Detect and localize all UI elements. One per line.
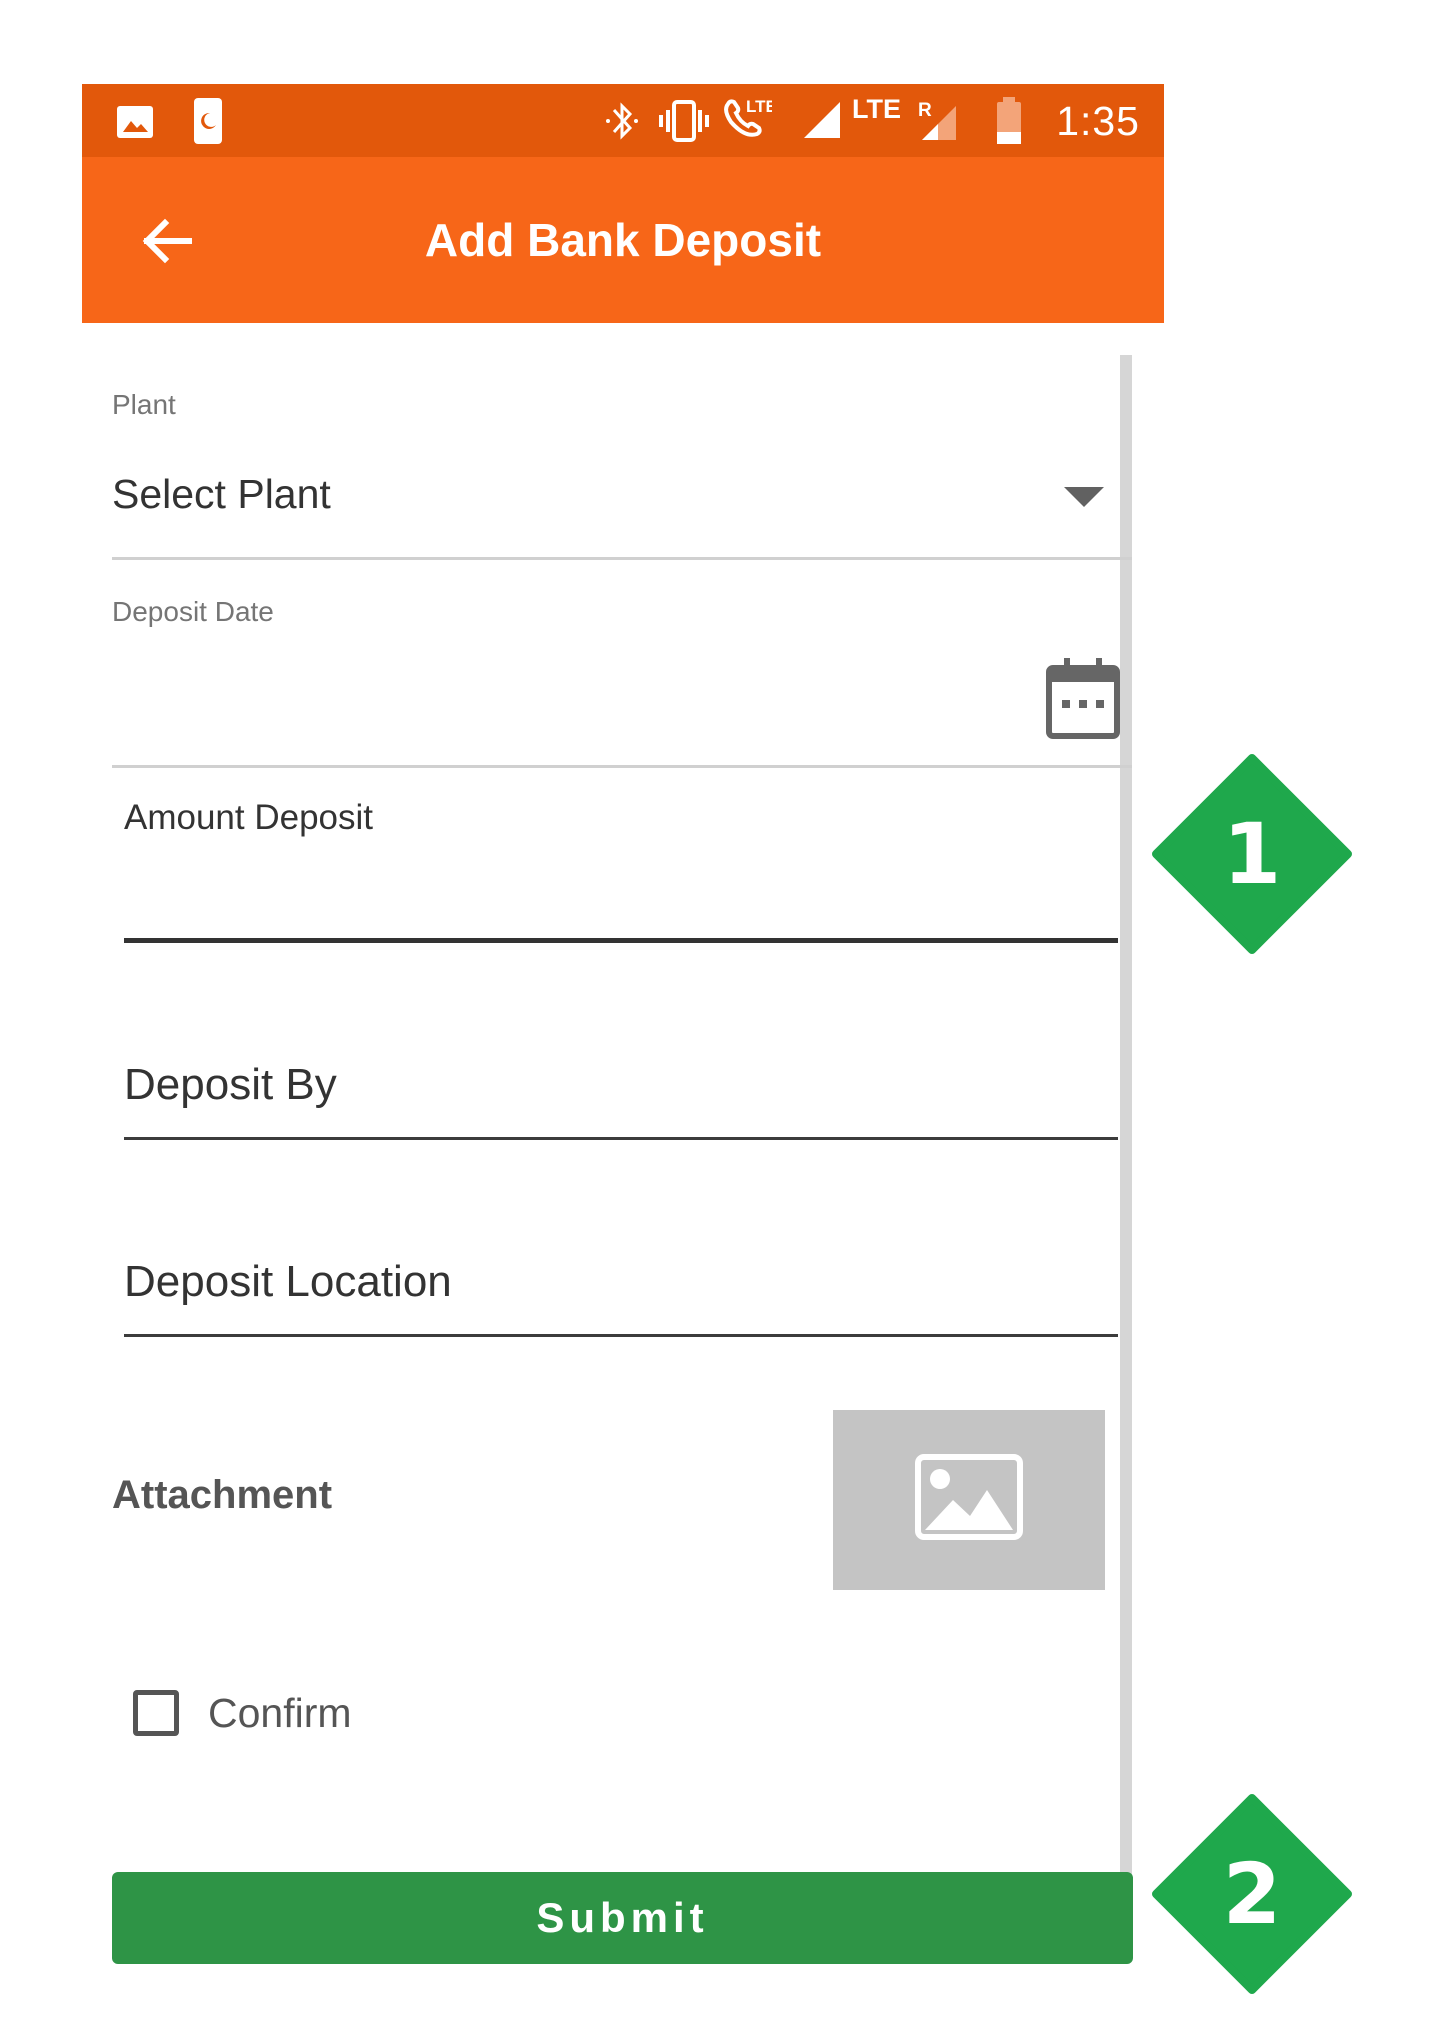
chevron-down-icon — [1064, 487, 1104, 507]
submit-button[interactable]: Submit — [112, 1872, 1133, 1964]
deposit-by-input[interactable]: Deposit By — [124, 1060, 1118, 1140]
plant-select[interactable]: Select Plant — [112, 455, 1132, 555]
amount-deposit-label: Amount Deposit — [124, 798, 374, 837]
confirm-label: Confirm — [208, 1690, 352, 1736]
deposit-by-underline — [124, 1137, 1118, 1140]
step-marker-2-number: 2 — [1222, 1845, 1282, 1943]
scrollbar[interactable] — [1120, 355, 1132, 1955]
attachment-picker[interactable] — [833, 1410, 1105, 1590]
confirm-checkbox[interactable] — [133, 1690, 179, 1736]
battery-icon — [997, 97, 1021, 144]
deposit-date-divider — [112, 765, 1132, 768]
bluetooth-icon — [606, 102, 638, 140]
plant-label: Plant — [112, 389, 176, 420]
plant-select-value: Select Plant — [112, 471, 331, 517]
app-bar: Add Bank Deposit — [82, 157, 1164, 323]
attachment-label: Attachment — [112, 1473, 333, 1517]
volte-call-icon: LTE — [724, 97, 772, 137]
step-marker-2: 2 — [1152, 1794, 1352, 1994]
amount-deposit-underline — [124, 938, 1118, 943]
deposit-date-field[interactable] — [112, 640, 1122, 750]
step-marker-1: 1 — [1152, 754, 1352, 954]
image-icon — [117, 106, 153, 138]
status-clock: 1:35 — [1056, 98, 1140, 144]
step-marker-1-number: 1 — [1222, 805, 1282, 903]
calendar-icon[interactable] — [1046, 658, 1120, 740]
page-title: Add Bank Deposit — [424, 214, 822, 266]
deposit-date-label: Deposit Date — [112, 596, 274, 627]
image-placeholder-icon — [915, 1454, 1023, 1540]
status-bar: LTE LTE R 1:35 — [82, 84, 1164, 157]
svg-text:LTE: LTE — [746, 97, 772, 116]
lte-label: LTE — [852, 94, 901, 124]
deposit-location-underline — [124, 1334, 1118, 1337]
signal-roaming-icon — [922, 106, 956, 140]
deposit-location-input[interactable]: Deposit Location — [124, 1257, 1118, 1337]
deposit-by-placeholder: Deposit By — [124, 1060, 337, 1109]
plant-divider — [112, 557, 1132, 560]
vibrate-icon — [659, 100, 709, 142]
signal-icon — [804, 102, 840, 138]
deposit-location-placeholder: Deposit Location — [124, 1257, 452, 1306]
phone-night-icon — [194, 98, 222, 144]
amount-deposit-input[interactable] — [124, 850, 1118, 934]
